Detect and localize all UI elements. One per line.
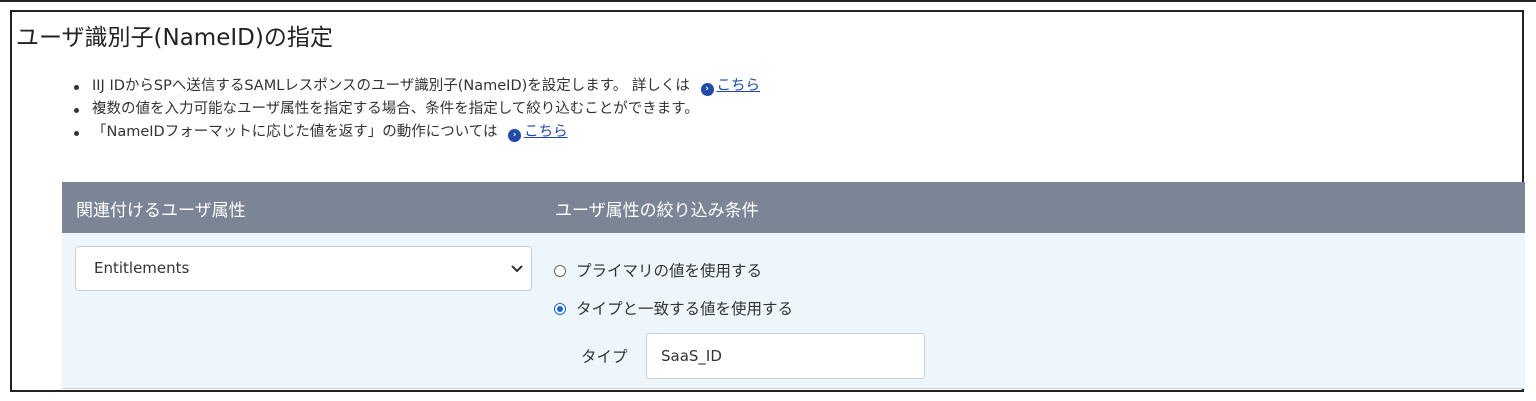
circle-chevron-right-icon: › <box>508 129 522 142</box>
table-row: Entitlements プライマリの値を使用する タイプと一致する値を使用する… <box>62 233 1525 389</box>
page-title: ユーザ識別子(NameID)の指定 <box>16 25 333 51</box>
note-item: 「NameIDフォーマットに応じた値を返す」の動作については › こちら <box>72 121 760 144</box>
note-text: IIJ IDからSPへ送信するSAMLレスポンスのユーザ識別子(NameID)を… <box>92 78 690 94</box>
type-input[interactable] <box>646 333 925 379</box>
note-item: 複数の値を入力可能なユーザ属性を指定する場合、条件を指定して絞り込むことができま… <box>72 98 760 121</box>
notes-list: IIJ IDからSPへ送信するSAMLレスポンスのユーザ識別子(NameID)を… <box>72 75 760 144</box>
circle-chevron-right-icon: › <box>700 83 714 96</box>
format-behavior-link[interactable]: こちら <box>524 124 568 140</box>
radio-button[interactable] <box>554 303 566 315</box>
header-user-attribute: 関連付けるユーザ属性 <box>76 201 246 221</box>
select-value: Entitlements <box>94 259 190 277</box>
user-attribute-select[interactable]: Entitlements <box>75 246 532 291</box>
radio-primary-value[interactable]: プライマリの値を使用する <box>554 259 762 281</box>
top-border <box>0 0 1536 2</box>
note-text: 複数の値を入力可能なユーザ属性を指定する場合、条件を指定して絞り込むことができま… <box>92 101 699 117</box>
type-label: タイプ <box>581 348 628 366</box>
chevron-down-icon <box>511 265 523 272</box>
note-text: 「NameIDフォーマットに応じた値を返す」の動作については <box>92 124 498 140</box>
radio-matching-type-value[interactable]: タイプと一致する値を使用する <box>554 297 793 319</box>
note-item: IIJ IDからSPへ送信するSAMLレスポンスのユーザ識別子(NameID)を… <box>72 75 760 98</box>
header-filter-condition: ユーザ属性の絞り込み条件 <box>555 201 759 221</box>
radio-label: プライマリの値を使用する <box>576 262 763 280</box>
table-header: 関連付けるユーザ属性 ユーザ属性の絞り込み条件 <box>62 182 1525 233</box>
radio-label: タイプと一致する値を使用する <box>576 300 794 318</box>
settings-panel: ユーザ識別子(NameID)の指定 IIJ IDからSPへ送信するSAMLレスポ… <box>10 10 1525 392</box>
details-link[interactable]: こちら <box>717 78 761 94</box>
radio-button[interactable] <box>554 265 566 277</box>
